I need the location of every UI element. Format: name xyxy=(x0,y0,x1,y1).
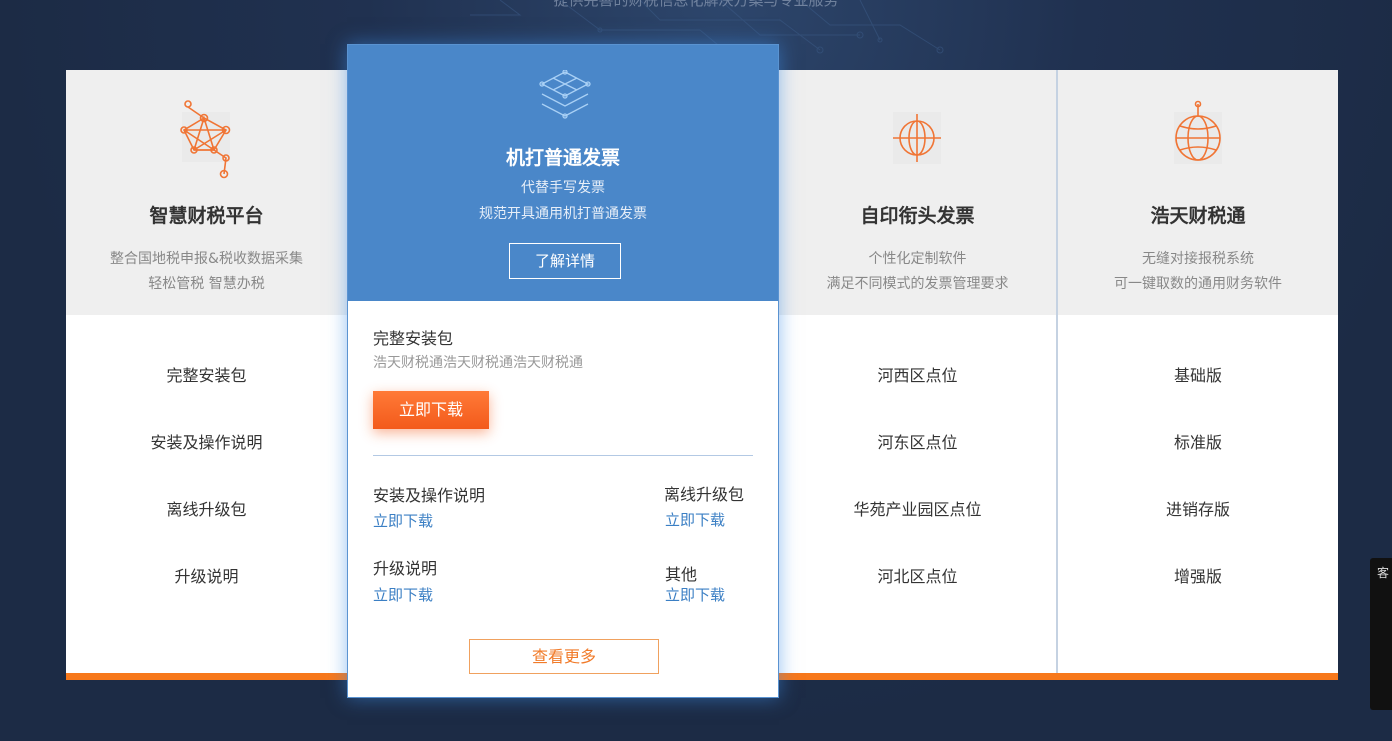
card-title: 自印衔头发票 xyxy=(860,205,975,227)
featured-subtitle-line-1: 代替手写发票 xyxy=(521,180,605,196)
download-item-name: 升级说明 xyxy=(373,559,438,578)
card-desc-line-2: 可一键取数的通用财务软件 xyxy=(1114,276,1282,292)
side-widget-label: 客 xyxy=(1377,566,1390,580)
package-desc: 浩天财税通浩天财税通浩天财税通 xyxy=(373,355,583,371)
download-item-name: 其他 xyxy=(665,565,698,584)
featured-title: 机打普通发票 xyxy=(505,147,620,169)
list-item[interactable]: 离线升级包 xyxy=(66,496,347,520)
side-float-widget[interactable]: 客 xyxy=(1370,558,1392,710)
product-card-haotian-tax: 浩天财税通 无缝对接报税系统 可一键取数的通用财务软件 基础版 标准版 进销存版… xyxy=(1058,70,1338,673)
layered-network-icon xyxy=(539,70,591,119)
package-title: 完整安装包 xyxy=(373,329,454,348)
list-item[interactable]: 河东区点位 xyxy=(779,429,1056,453)
view-more-button[interactable]: 查看更多 xyxy=(469,639,659,674)
featured-subtitle-line-2: 规范开具通用机打普通发票 xyxy=(479,206,647,222)
download-item-name: 安装及操作说明 xyxy=(373,486,486,505)
list-item[interactable]: 完整安装包 xyxy=(66,362,347,386)
download-link[interactable]: 立即下载 xyxy=(373,584,433,605)
download-now-button[interactable]: 立即下载 xyxy=(373,391,489,429)
card-desc-line-1: 整合国地税申报&税收数据采集 xyxy=(110,251,303,267)
list-item[interactable]: 进销存版 xyxy=(1058,496,1338,520)
download-link[interactable]: 立即下载 xyxy=(373,510,433,531)
list-item[interactable]: 升级说明 xyxy=(66,563,347,587)
product-card-smart-tax: 智慧财税平台 整合国地税申报&税收数据采集 轻松管税 智慧办税 完整安装包 安装… xyxy=(66,70,347,673)
learn-more-button[interactable]: 了解详情 xyxy=(509,243,621,279)
list-item[interactable]: 华苑产业园区点位 xyxy=(779,496,1056,520)
list-item[interactable]: 增强版 xyxy=(1058,563,1338,587)
section-divider xyxy=(373,455,753,456)
card-desc-line-1: 个性化定制软件 xyxy=(868,251,967,267)
featured-card-header: 机打普通发票 代替手写发票 规范开具通用机打普通发票 了解详情 xyxy=(348,45,778,301)
section-subtitle: 提供完善的财税信息化解决方案与专业服务 xyxy=(553,0,839,9)
globe-icon xyxy=(1174,100,1222,164)
list-item[interactable]: 河北区点位 xyxy=(779,563,1056,587)
card-desc-line-2: 轻松管税 智慧办税 xyxy=(148,276,265,292)
download-link[interactable]: 立即下载 xyxy=(665,584,725,605)
list-item[interactable]: 基础版 xyxy=(1058,362,1338,386)
list-item[interactable]: 安装及操作说明 xyxy=(66,429,347,453)
download-link[interactable]: 立即下载 xyxy=(665,509,725,530)
card-title: 智慧财税平台 xyxy=(149,205,264,227)
featured-card-machine-invoice: 机打普通发票 代替手写发票 规范开具通用机打普通发票 了解详情 完整安装包 浩天… xyxy=(347,44,779,698)
card-desc-line-2: 满足不同模式的发票管理要求 xyxy=(826,276,1009,292)
download-item-name: 离线升级包 xyxy=(664,485,745,504)
list-item[interactable]: 河西区点位 xyxy=(779,362,1056,386)
card-title: 浩天财税通 xyxy=(1150,205,1246,227)
network-graph-icon xyxy=(180,100,231,179)
crosshair-globe-icon xyxy=(893,112,941,164)
list-item[interactable]: 标准版 xyxy=(1058,429,1338,453)
card-desc-line-1: 无缝对接报税系统 xyxy=(1142,251,1254,267)
product-card-self-print-invoice: 自印衔头发票 个性化定制软件 满足不同模式的发票管理要求 河西区点位 河东区点位… xyxy=(779,70,1056,673)
